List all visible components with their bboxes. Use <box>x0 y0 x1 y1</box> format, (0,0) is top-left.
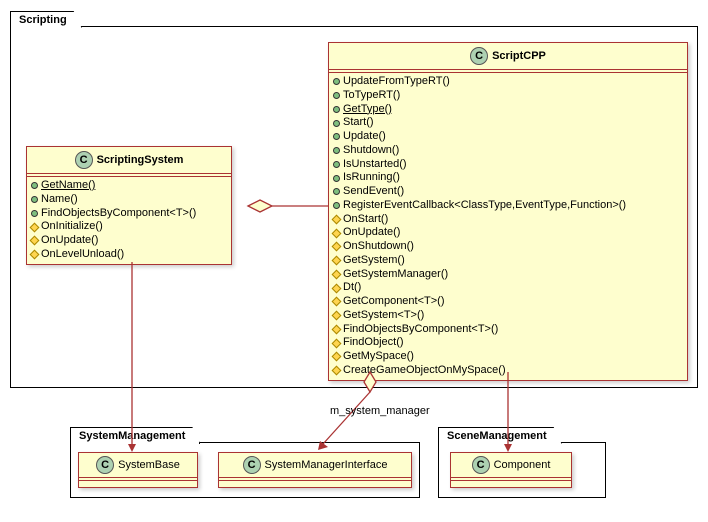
class-icon: C <box>96 456 114 474</box>
class-script-cpp-header: C ScriptCPP <box>329 43 687 70</box>
member: OnUpdate() <box>31 234 227 248</box>
member: GetComponent<T>() <box>333 295 683 309</box>
class-script-cpp: C ScriptCPP UpdateFromTypeRT() ToTypeRT(… <box>328 42 688 381</box>
class-system-base-name: SystemBase <box>118 459 180 471</box>
member: Start() <box>333 116 683 130</box>
class-icon: C <box>472 456 490 474</box>
member: FindObject() <box>333 336 683 350</box>
member: GetSystem() <box>333 254 683 268</box>
class-system-manager-interface-name: SystemManagerInterface <box>265 459 388 471</box>
class-scripting-system-name: ScriptingSystem <box>97 154 184 166</box>
member: IsUnstarted() <box>333 158 683 172</box>
member: FindObjectsByComponent<T>() <box>31 207 227 221</box>
class-icon: C <box>75 151 93 169</box>
edge-scriptcpp-smi <box>323 392 370 444</box>
member: GetMySpace() <box>333 350 683 364</box>
class-scripting-system: C ScriptingSystem GetName() Name() FindO… <box>26 146 232 265</box>
member: ToTypeRT() <box>333 89 683 103</box>
class-component-name: Component <box>494 459 551 471</box>
class-system-manager-interface-header: C SystemManagerInterface <box>219 453 411 478</box>
member: OnUpdate() <box>333 226 683 240</box>
member: GetSystem<T>() <box>333 309 683 323</box>
class-scripting-system-body: GetName() Name() FindObjectsByComponent<… <box>27 177 231 264</box>
member: RegisterEventCallback<ClassType,EventTyp… <box>333 199 683 213</box>
member: GetSystemManager() <box>333 268 683 282</box>
class-system-base-header: C SystemBase <box>79 453 197 478</box>
member: Shutdown() <box>333 144 683 158</box>
edge-label-msystemmanager: m_system_manager <box>330 405 430 417</box>
class-component: C Component <box>450 452 572 488</box>
class-component-header: C Component <box>451 453 571 478</box>
member: CreateGameObjectOnMySpace() <box>333 364 683 378</box>
member: OnShutdown() <box>333 240 683 254</box>
member: OnStart() <box>333 213 683 227</box>
class-scripting-system-header: C ScriptingSystem <box>27 147 231 174</box>
class-icon: C <box>470 47 488 65</box>
package-scripting-tab: Scripting <box>10 11 82 28</box>
member: IsRunning() <box>333 171 683 185</box>
member: FindObjectsByComponent<T>() <box>333 323 683 337</box>
class-system-base: C SystemBase <box>78 452 198 488</box>
class-icon: C <box>243 456 261 474</box>
package-system-management-tab: SystemManagement <box>70 427 200 444</box>
member: GetType() <box>333 103 683 117</box>
member: OnLevelUnload() <box>31 248 227 262</box>
class-system-manager-interface: C SystemManagerInterface <box>218 452 412 488</box>
member: Name() <box>31 193 227 207</box>
class-script-cpp-name: ScriptCPP <box>492 50 546 62</box>
member: UpdateFromTypeRT() <box>333 75 683 89</box>
member: SendEvent() <box>333 185 683 199</box>
class-script-cpp-body: UpdateFromTypeRT() ToTypeRT() GetType() … <box>329 73 687 380</box>
member: Update() <box>333 130 683 144</box>
member: OnInitialize() <box>31 220 227 234</box>
package-scene-management-tab: SceneManagement <box>438 427 562 444</box>
member: GetName() <box>31 179 227 193</box>
member: Dt() <box>333 281 683 295</box>
